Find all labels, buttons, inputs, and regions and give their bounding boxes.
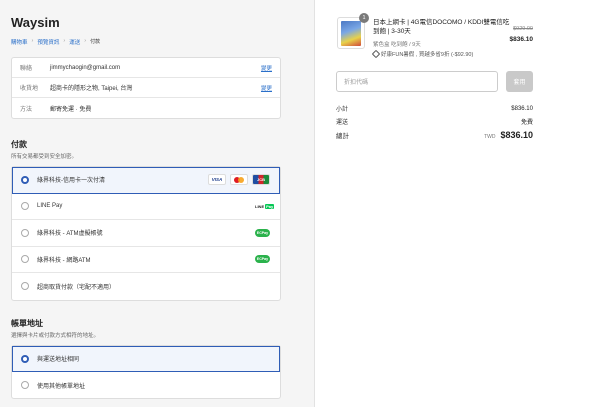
- product-variant-prefix: 紫色盒: [373, 42, 390, 48]
- review-info-box: 聯絡 jimmychaogin@gmail.com 變更 收貨地 超商卡的隱形之…: [11, 57, 281, 119]
- info-row-contact: 聯絡 jimmychaogin@gmail.com 變更: [12, 58, 280, 78]
- discount-text: 好康FUN暑假 , 買越多省9折 (-$92.90): [381, 52, 474, 58]
- info-value: 超商卡的隱形之物, Taipei, 台灣: [50, 86, 133, 92]
- info-label: 收貨地: [20, 86, 39, 92]
- subtotal-row: 小計 $836.10: [336, 104, 533, 114]
- linepay-icon-pay: Pay: [265, 203, 275, 209]
- ecpay-icon: ECPay: [255, 255, 270, 264]
- discount-code-input[interactable]: 折扣代碼: [336, 71, 498, 92]
- visa-icon: VISA: [208, 174, 226, 186]
- product-name: 日本上網卡 | 4G電信DOCOMO / KDDI雙電信吃到飽 | 3-30天: [373, 19, 510, 35]
- radio-unselected[interactable]: [21, 282, 29, 291]
- product-image: [341, 21, 361, 46]
- change-contact-link[interactable]: 變更: [261, 64, 272, 72]
- linepay-icon: LINE Pay: [255, 202, 275, 210]
- billing-option-label: 使用其他帳單地址: [37, 383, 86, 390]
- payment-option-cvs-cod[interactable]: 超商取貨付款（宅配不適用）: [12, 273, 280, 300]
- linepay-icon-text: LINE: [255, 203, 265, 209]
- radio-unselected[interactable]: [21, 255, 29, 264]
- change-address-link[interactable]: 變更: [261, 84, 272, 92]
- radio-selected[interactable]: [21, 354, 29, 363]
- total-label: 總計: [336, 133, 349, 140]
- shipping-value: 免費: [520, 120, 533, 126]
- order-summary: 1 日本上網卡 | 4G電信DOCOMO / KDDI雙電信吃到飽 | 3-30…: [314, 0, 599, 407]
- product-discount: 好康FUN暑假 , 買越多省9折 (-$92.90): [371, 49, 474, 59]
- info-label: 方法: [20, 106, 33, 113]
- payment-option-linepay[interactable]: LINE Pay LINE Pay: [12, 194, 280, 220]
- info-row-method: 方法 郵寄免運 · 免費: [12, 98, 280, 118]
- breadcrumb: 購物車 › 預覽資訊 › 運送 › 付款: [11, 38, 100, 46]
- info-label: 聯絡: [20, 66, 33, 72]
- apply-button[interactable]: 套用: [506, 71, 533, 92]
- payment-options: 綠界科技-信用卡一次付清 VISA JCB LINE Pay LINE Pay 綠…: [11, 166, 281, 301]
- billing-options: 與運送地址相同 使用其他帳單地址: [11, 345, 281, 399]
- radio-selected[interactable]: [21, 175, 29, 184]
- card-icons: VISA JCB: [208, 174, 270, 186]
- billing-title: 帳單地址: [11, 319, 43, 328]
- radio-unselected[interactable]: [21, 202, 29, 211]
- line-price: $836.10: [509, 36, 534, 43]
- ecpay-icon: ECPay: [255, 228, 270, 237]
- radio-unselected[interactable]: [21, 228, 29, 237]
- payment-option-credit-card[interactable]: 綠界科技-信用卡一次付清 VISA JCB: [12, 167, 280, 194]
- breadcrumb-separator: ›: [84, 38, 87, 44]
- info-row-ship-to: 收貨地 超商卡的隱形之物, Taipei, 台灣 變更: [12, 78, 280, 98]
- billing-subtitle: 選擇與卡片或付款方式相符的地址。: [11, 333, 100, 339]
- currency-code: TWD: [484, 134, 496, 140]
- payment-option-atm-virtual[interactable]: 綠界科技 - ATM虛擬帳號 ECPay: [12, 220, 280, 247]
- product-thumbnail: 1: [337, 13, 369, 49]
- subtotal-label: 小計: [336, 107, 349, 113]
- payment-subtitle: 所有交易都受到安全加密。: [11, 154, 78, 160]
- subtotal-value: $836.10: [511, 105, 533, 112]
- radio-unselected[interactable]: [21, 381, 29, 389]
- breadcrumb-shipping[interactable]: 運送: [69, 38, 80, 46]
- breadcrumb-info[interactable]: 預覽資訊: [37, 38, 59, 46]
- breadcrumb-payment: 付款: [90, 39, 101, 45]
- payment-option-label: 超商取貨付款（宅配不適用）: [37, 284, 116, 291]
- original-price: $929.00: [513, 26, 533, 32]
- payment-option-label: LINE Pay: [37, 203, 63, 210]
- total-row: 總計 TWD $836.10: [336, 130, 533, 140]
- info-value: jimmychaogin@gmail.com: [50, 64, 121, 71]
- payment-option-label: 綠界科技 - ATM虛擬帳號: [37, 231, 103, 238]
- breadcrumb-separator: ›: [63, 38, 66, 44]
- breadcrumb-separator: ›: [31, 38, 34, 44]
- product-variant: 紫色盒 吃到飽 / 9天: [373, 40, 421, 48]
- quantity-badge: 1: [359, 13, 369, 23]
- breadcrumb-cart[interactable]: 購物車: [11, 38, 28, 46]
- billing-option-same[interactable]: 與運送地址相同: [12, 346, 280, 372]
- total-value: $836.10: [500, 130, 533, 140]
- billing-option-different[interactable]: 使用其他帳單地址: [12, 372, 280, 398]
- tag-icon: [371, 49, 381, 59]
- shipping-label: 運送: [336, 120, 349, 126]
- payment-option-label: 綠界科技-信用卡一次付清: [37, 178, 105, 185]
- info-value: 郵寄免運 · 免費: [50, 106, 92, 113]
- billing-option-label: 與運送地址相同: [37, 357, 80, 363]
- payment-option-label: 綠界科技 - 網路ATM: [37, 257, 91, 264]
- product-variant-value: 吃到飽 / 9天: [391, 42, 421, 48]
- brand-logo[interactable]: Waysim: [11, 15, 60, 30]
- mastercard-icon: [230, 174, 248, 186]
- shipping-row: 運送 免費: [336, 117, 533, 126]
- checkout-main: Waysim 購物車 › 預覽資訊 › 運送 › 付款 聯絡 jimmychao…: [0, 0, 314, 407]
- jcb-icon: JCB: [252, 174, 270, 186]
- payment-title: 付款: [11, 140, 27, 149]
- payment-option-web-atm[interactable]: 綠界科技 - 網路ATM ECPay: [12, 247, 280, 273]
